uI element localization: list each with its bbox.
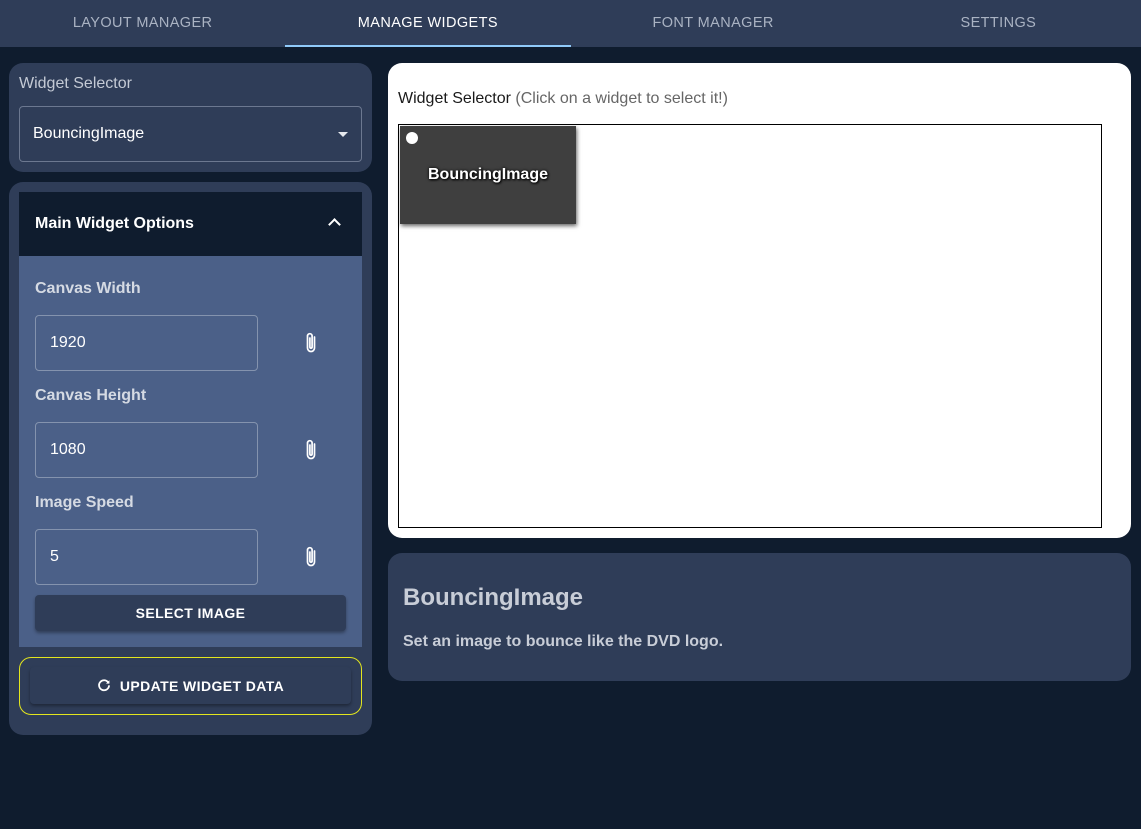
select-image-button[interactable]: SELECT IMAGE — [35, 595, 346, 631]
canvas-width-input[interactable]: 1920 — [35, 315, 258, 371]
widget-info-description: Set an image to bounce like the DVD logo… — [403, 633, 724, 650]
refresh-icon — [98, 678, 110, 691]
widget-options-card: Main Widget Options Canvas Width 1920 Ca… — [9, 182, 372, 735]
canvas-width-value: 1920 — [50, 334, 86, 351]
main-widget-options-panel: Canvas Width 1920 Canvas Height 1080 Ima… — [19, 256, 362, 647]
top-nav-tabs: LAYOUT MANAGER MANAGE WIDGETS FONT MANAG… — [0, 0, 1141, 47]
chevron-up-icon — [328, 218, 341, 231]
image-speed-label: Image Speed — [35, 494, 134, 511]
paperclip-icon[interactable] — [302, 331, 320, 355]
image-speed-value: 5 — [50, 548, 59, 565]
canvas-height-label: Canvas Height — [35, 387, 147, 404]
widget-drag-handle[interactable] — [406, 132, 418, 144]
canvas-heading-hint: (Click on a widget to select it!) — [515, 90, 728, 107]
tab-manage-widgets[interactable]: MANAGE WIDGETS — [285, 0, 571, 47]
canvas-height-input[interactable]: 1080 — [35, 422, 258, 478]
widget-selector-label: Widget Selector — [19, 75, 132, 92]
canvas-heading: Widget Selector (Click on a widget to se… — [398, 90, 728, 108]
tab-settings[interactable]: SETTINGS — [856, 0, 1141, 47]
paperclip-icon[interactable] — [302, 545, 320, 569]
update-widget-data-button[interactable]: UPDATE WIDGET DATA — [30, 667, 351, 704]
canvas-height-value: 1080 — [50, 441, 86, 458]
main-widget-options-title: Main Widget Options — [35, 215, 194, 232]
widget-info-card: BouncingImage Set an image to bounce lik… — [388, 553, 1131, 681]
update-widget-data-label: UPDATE WIDGET DATA — [119, 677, 285, 694]
tab-font-manager[interactable]: FONT MANAGER — [571, 0, 856, 47]
widget-tile-bouncingimage[interactable]: BouncingImage — [400, 126, 576, 224]
widget-info-title: BouncingImage — [403, 584, 584, 611]
main-widget-options-header[interactable]: Main Widget Options — [19, 192, 362, 256]
update-widget-data-highlight: UPDATE WIDGET DATA — [19, 657, 362, 715]
image-speed-input[interactable]: 5 — [35, 529, 258, 585]
paperclip-icon[interactable] — [302, 438, 320, 462]
widget-selector-dropdown[interactable]: BouncingImage — [19, 106, 362, 162]
widget-canvas-card: Widget Selector (Click on a widget to se… — [388, 63, 1131, 538]
canvas-width-label: Canvas Width — [35, 280, 141, 297]
widget-canvas-area[interactable]: BouncingImage — [398, 124, 1102, 528]
widget-selector-value: BouncingImage — [33, 125, 145, 142]
caret-down-icon — [338, 132, 348, 137]
canvas-heading-title: Widget Selector — [398, 90, 511, 107]
widget-selector-card: Widget Selector BouncingImage — [9, 63, 372, 172]
tab-layout-manager[interactable]: LAYOUT MANAGER — [0, 0, 285, 47]
widget-tile-label: BouncingImage — [427, 165, 548, 183]
